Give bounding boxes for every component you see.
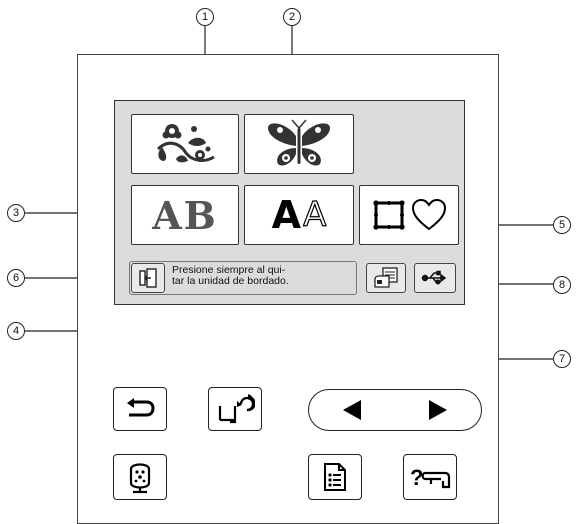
heart-outline-icon [411,198,447,231]
presser-foot-lift-button[interactable] [208,387,262,431]
next-button[interactable] [395,390,481,430]
embroidery-button[interactable] [113,454,167,500]
presser-foot-lift-icon [218,394,255,424]
floral-embroidery-icon [156,124,215,163]
alphabet-patterns-tile[interactable]: AB [131,185,239,245]
machine-memory-icon [374,267,398,288]
butterfly-icon [268,119,330,166]
prev-button[interactable] [309,390,395,430]
embroidery-hoop-icon [129,463,151,494]
machine-memory-button[interactable] [366,263,406,293]
svg-text:?: ? [410,465,423,490]
settings-list-button[interactable] [308,454,362,500]
back-button[interactable] [113,387,167,431]
checklist-icon [324,463,346,491]
stamp-frame-icon [373,200,405,230]
prev-icon [343,400,361,420]
help-button[interactable]: ? [403,454,457,500]
next-icon [429,400,447,420]
font-bold-letter: A [271,193,302,237]
frame-patterns-tile[interactable] [359,185,459,245]
font-outline-letter: A [302,194,327,235]
character-font-tile[interactable]: A A [244,185,354,245]
alphabet-preview-text: AB [152,192,218,238]
usb-icon [421,270,447,285]
help-icon: ? [410,465,451,490]
floral-patterns-tile[interactable] [131,114,239,174]
butterfly-patterns-tile[interactable] [244,114,354,174]
pattern-nav-rocker [308,389,482,431]
message-box-border [129,261,357,295]
back-icon [127,398,155,417]
usb-media-button[interactable] [414,263,456,293]
